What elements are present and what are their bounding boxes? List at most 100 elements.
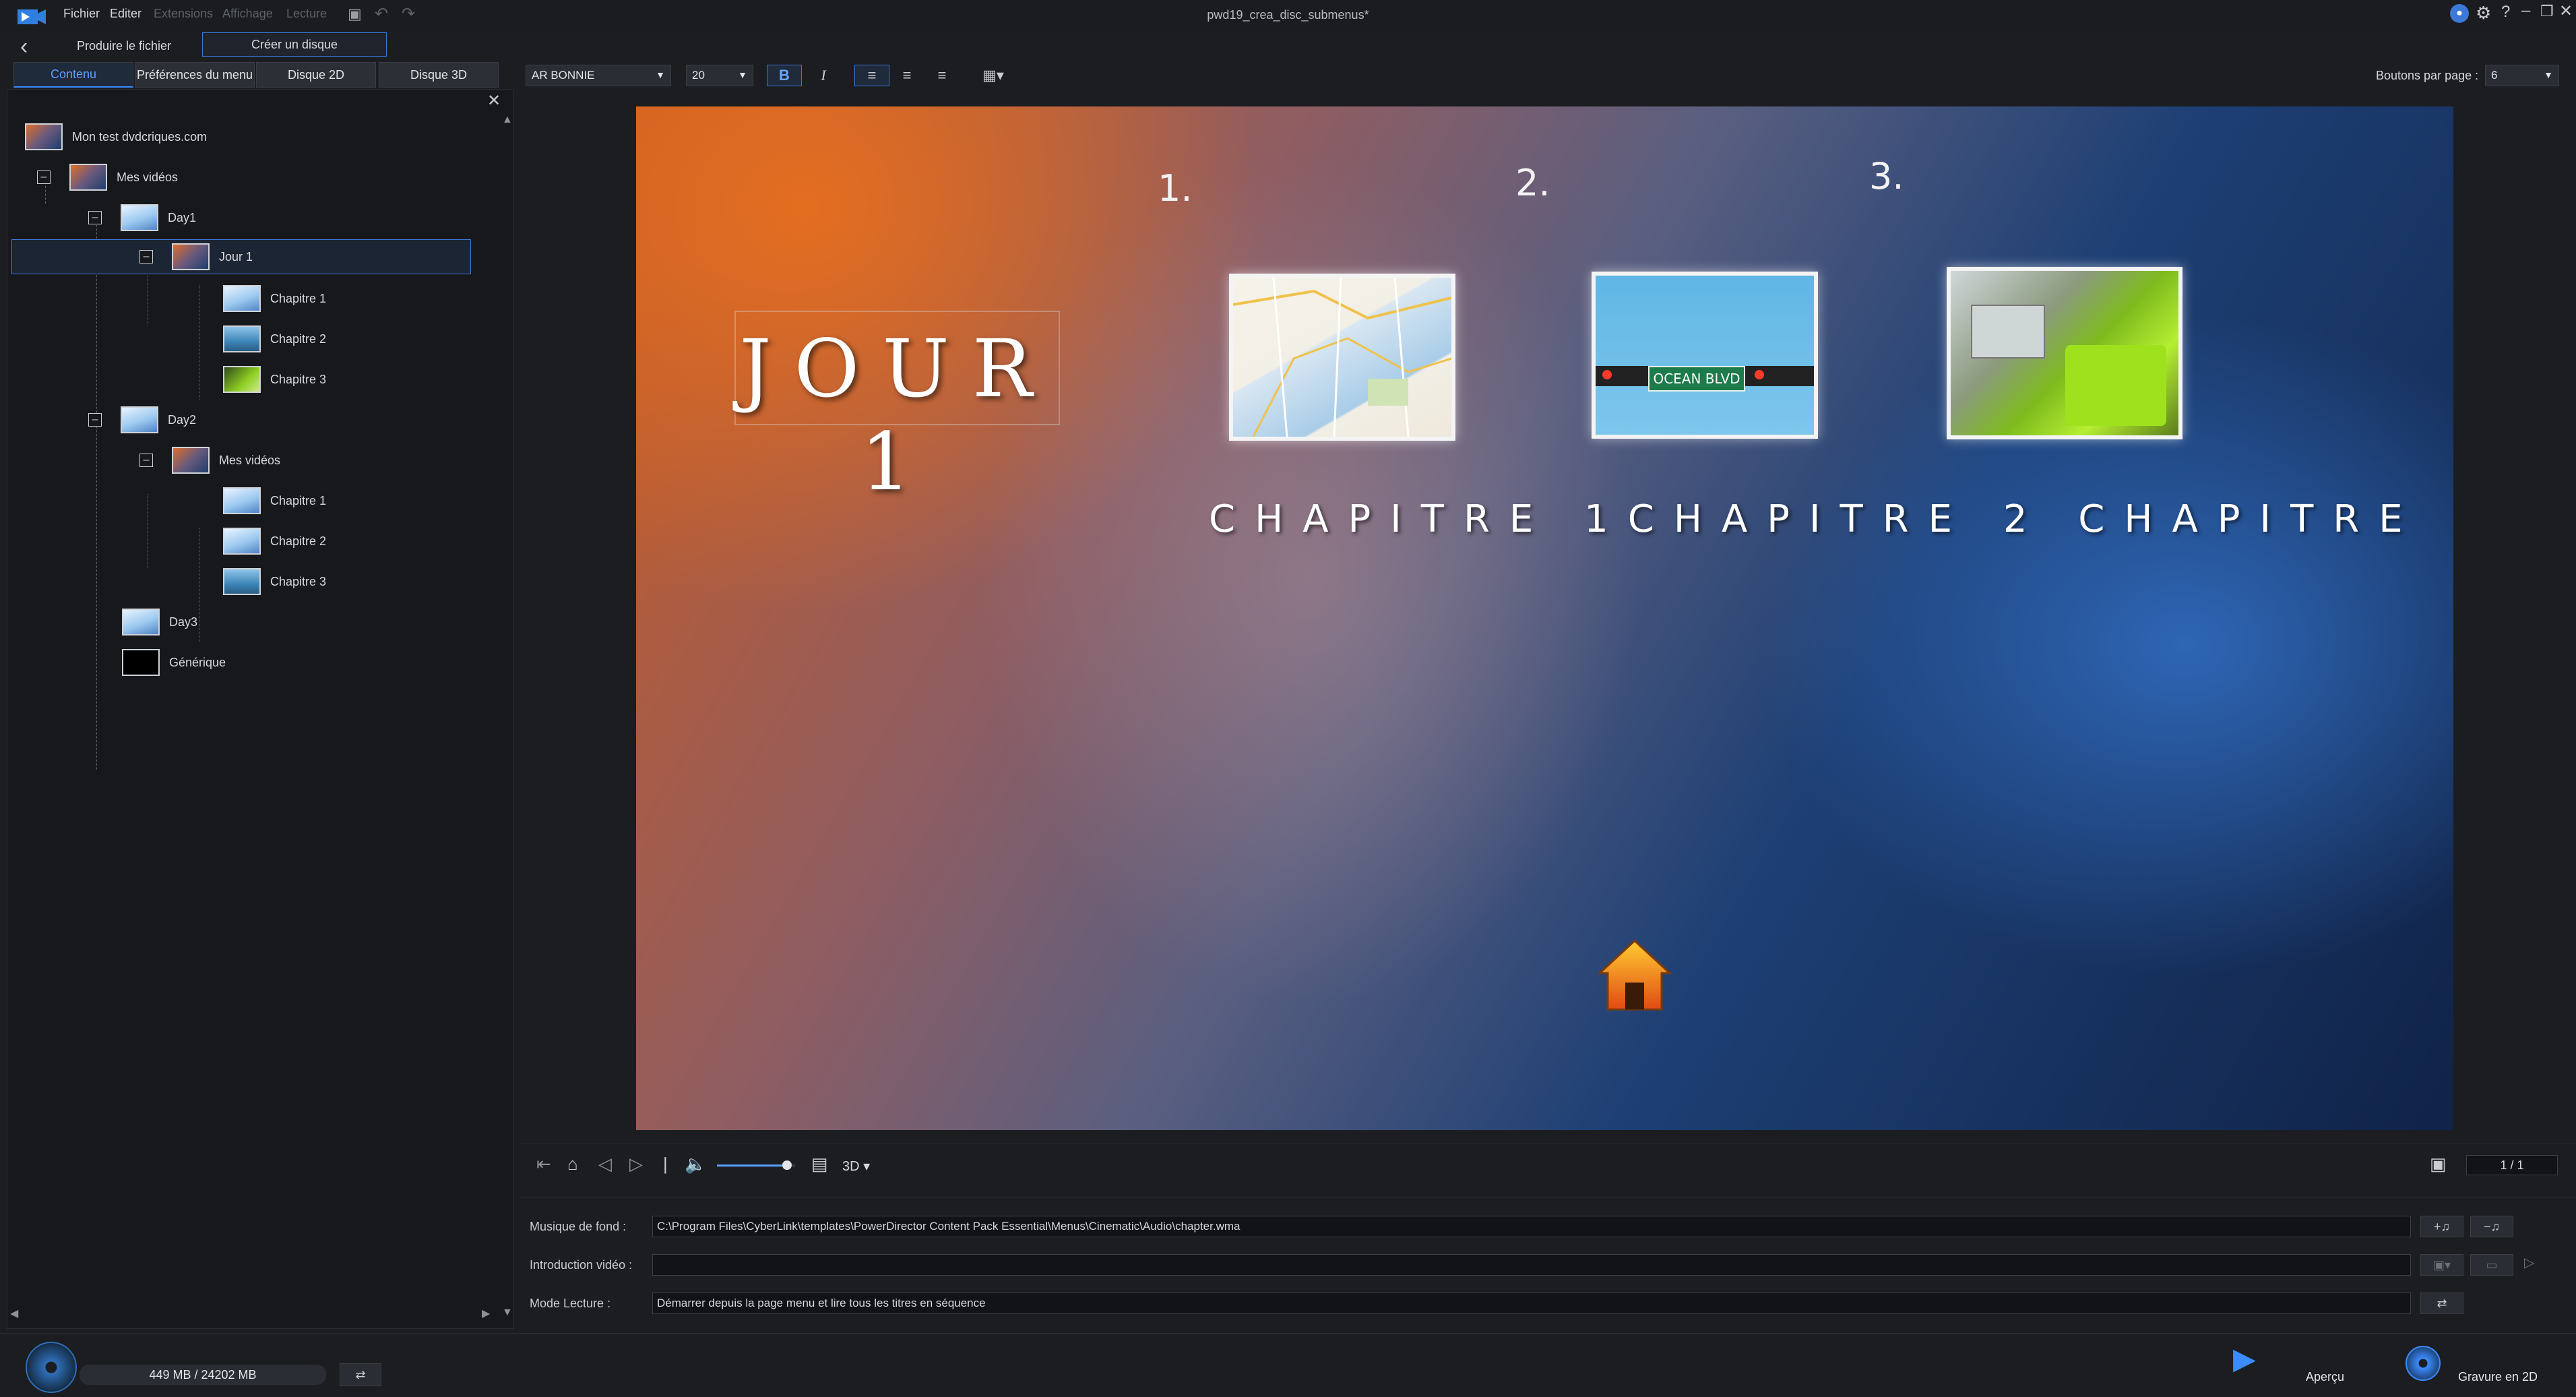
play-mode-settings-icon[interactable]: ⇄	[2420, 1293, 2463, 1314]
preview-button[interactable]: ▶ Aperçu	[2224, 1339, 2385, 1393]
tree-root-disc[interactable]: Mon test dvdcriques.com	[25, 118, 207, 156]
chevron-down-icon: ▼	[2544, 69, 2553, 80]
video-thumbnail	[223, 568, 261, 595]
tree-item-label: Générique	[169, 655, 226, 669]
tree-item-day3[interactable]: Day3	[122, 603, 197, 641]
green-chair	[2065, 345, 2166, 426]
3d-mode-select[interactable]: 3D ▾	[842, 1158, 870, 1175]
video-thumbnail	[223, 366, 261, 393]
bold-button[interactable]: B	[767, 65, 802, 86]
volume-knob[interactable]	[782, 1160, 792, 1170]
volume-slider[interactable]	[717, 1160, 795, 1170]
tree-item-label: Mes vidéos	[219, 453, 281, 467]
music-path-field[interactable]: C:\Program Files\CyberLink\templates\Pow…	[652, 1216, 2411, 1237]
chapter-3-thumbnail-button[interactable]	[1947, 267, 2182, 439]
tab-disque-2d[interactable]: Disque 2D	[256, 62, 376, 88]
tree-item-label: Mes vidéos	[117, 170, 179, 184]
tab-disque-3d[interactable]: Disque 3D	[379, 62, 499, 88]
top-action-row: ‹ Produire le fichier Créer un disque	[0, 32, 2576, 62]
chapter-labels-text[interactable]: CHAPITRE 1CHAPITRE 2 CHAPITRE 3	[1209, 497, 2453, 541]
collapse-toggle-icon[interactable]: –	[37, 170, 51, 184]
first-page-icon[interactable]: ⇤	[536, 1154, 551, 1175]
tree-item-chapter[interactable]: Chapitre 3	[223, 563, 326, 600]
tree-item-generique[interactable]: Générique	[122, 644, 226, 681]
volume-icon[interactable]: 🔈	[685, 1154, 706, 1175]
home-nav-icon[interactable]: ⌂	[567, 1154, 578, 1175]
menu-preview-canvas[interactable]: 1. 2. 3. OCEAN BLVD JOUR 1 CHAPITRE 1CHA…	[636, 106, 2453, 1130]
tree-item-label: Day3	[169, 615, 198, 629]
disc-type-switch-icon[interactable]: ⇄	[340, 1363, 381, 1386]
intro-video-clear-icon[interactable]: ▭	[2470, 1254, 2513, 1276]
preview-label: Aperçu	[2306, 1370, 2345, 1384]
tree-item-label: Jour 1	[219, 249, 253, 263]
restore-icon[interactable]: ❐	[2540, 3, 2554, 20]
buttons-per-page-select[interactable]: 6 ▼	[2485, 65, 2559, 86]
video-thumbnail	[223, 487, 261, 514]
previous-page-icon[interactable]: ◁	[598, 1154, 612, 1175]
tree-item-jour1[interactable]: – Jour 1	[139, 238, 253, 276]
tree-item-chapter[interactable]: Chapitre 1	[223, 280, 326, 317]
tree-item-label: Day2	[168, 412, 197, 427]
tab-preferences-menu[interactable]: Préférences du menu	[135, 62, 255, 88]
scroll-right-icon[interactable]: ▶	[482, 1307, 490, 1320]
close-icon[interactable]: ✕	[2559, 1, 2573, 21]
tree-item-chapter[interactable]: Chapitre 2	[223, 522, 326, 560]
video-thumbnail	[121, 204, 158, 231]
play-mode-field[interactable]: Démarrer depuis la page menu et lire tou…	[652, 1293, 2411, 1314]
intro-video-play-icon[interactable]: ▷	[2524, 1254, 2534, 1271]
home-button[interactable]	[1594, 935, 1675, 1016]
collapse-toggle-icon[interactable]: –	[88, 211, 102, 224]
intro-video-field[interactable]	[652, 1254, 2411, 1276]
page-indicator[interactable]: 1 / 1	[2466, 1155, 2558, 1175]
italic-button[interactable]: I	[806, 65, 841, 86]
scroll-left-icon[interactable]: ◀	[10, 1307, 18, 1320]
layout-grid-icon[interactable]: ▦▾	[972, 65, 1015, 86]
menu-title-text[interactable]: JOUR 1	[734, 322, 1060, 508]
tree-item-day2-mes-videos[interactable]: – Mes vidéos	[139, 441, 280, 479]
music-label: Musique de fond :	[530, 1220, 627, 1233]
account-icon[interactable]: ●	[2450, 4, 2469, 23]
tab-contenu[interactable]: Contenu	[13, 62, 133, 88]
chapter-1-thumbnail-button[interactable]	[1229, 274, 1455, 441]
font-select-value: AR BONNIE	[532, 69, 595, 82]
subtitle-icon[interactable]: ▤	[811, 1154, 828, 1175]
collapse-toggle-icon[interactable]: –	[139, 454, 153, 467]
button-number-3: 3.	[1869, 155, 1904, 197]
tree-item-chapter[interactable]: Chapitre 2	[223, 320, 326, 358]
safe-zone-icon[interactable]: ▣	[2430, 1154, 2447, 1175]
minimize-icon[interactable]: –	[2521, 1, 2530, 20]
remove-music-icon[interactable]: −♫	[2470, 1216, 2513, 1237]
scroll-down-icon[interactable]: ▼	[502, 1307, 513, 1319]
tree-item-chapter[interactable]: Chapitre 1	[223, 482, 326, 520]
next-page-icon[interactable]: ▷	[629, 1154, 643, 1175]
collapse-toggle-icon[interactable]: –	[139, 250, 153, 263]
collapse-toggle-icon[interactable]: –	[88, 413, 102, 427]
align-center-icon[interactable]: ≡	[889, 65, 924, 86]
tree-item-day2[interactable]: – Day2	[88, 401, 196, 439]
tree-item-mes-videos[interactable]: – Mes vidéos	[37, 158, 178, 196]
align-left-icon[interactable]: ≡	[854, 65, 889, 86]
tree-item-label: Chapitre 1	[270, 291, 327, 305]
back-arrow-icon[interactable]: ‹	[20, 34, 28, 60]
title-bar: Fichier Editer Extensions Affichage Lect…	[0, 0, 2576, 32]
create-disc-button[interactable]: Créer un disque	[202, 32, 387, 57]
scroll-up-icon[interactable]: ▲	[502, 114, 513, 126]
produce-file-link[interactable]: Produire le fichier	[77, 39, 171, 53]
chapter-2-thumbnail-button[interactable]: OCEAN BLVD	[1592, 272, 1818, 439]
tree-item-chapter[interactable]: Chapitre 3	[223, 361, 326, 398]
align-right-icon[interactable]: ≡	[924, 65, 960, 86]
tree-item-label: Chapitre 2	[270, 332, 327, 346]
panel-close-icon[interactable]: ✕	[487, 91, 501, 111]
burn-2d-button[interactable]: Gravure en 2D	[2399, 1339, 2567, 1393]
buttons-per-page-label: Boutons par page :	[2376, 69, 2479, 82]
settings-gear-icon[interactable]: ⚙	[2476, 3, 2491, 24]
intro-video-select-icon[interactable]: ▣▾	[2420, 1254, 2463, 1276]
tree-item-day1[interactable]: – Day1	[88, 199, 196, 237]
burn-label: Gravure en 2D	[2458, 1370, 2538, 1384]
font-size-select[interactable]: 20 ▼	[686, 65, 753, 86]
help-icon[interactable]: ?	[2501, 3, 2510, 22]
add-music-icon[interactable]: +♫	[2420, 1216, 2463, 1237]
font-select[interactable]: AR BONNIE ▼	[526, 65, 671, 86]
buttons-per-page-value: 6	[2491, 69, 2498, 82]
content-tree-panel: ✕ Mon test dvdcriques.com – Mes vidéos –…	[7, 89, 513, 1329]
